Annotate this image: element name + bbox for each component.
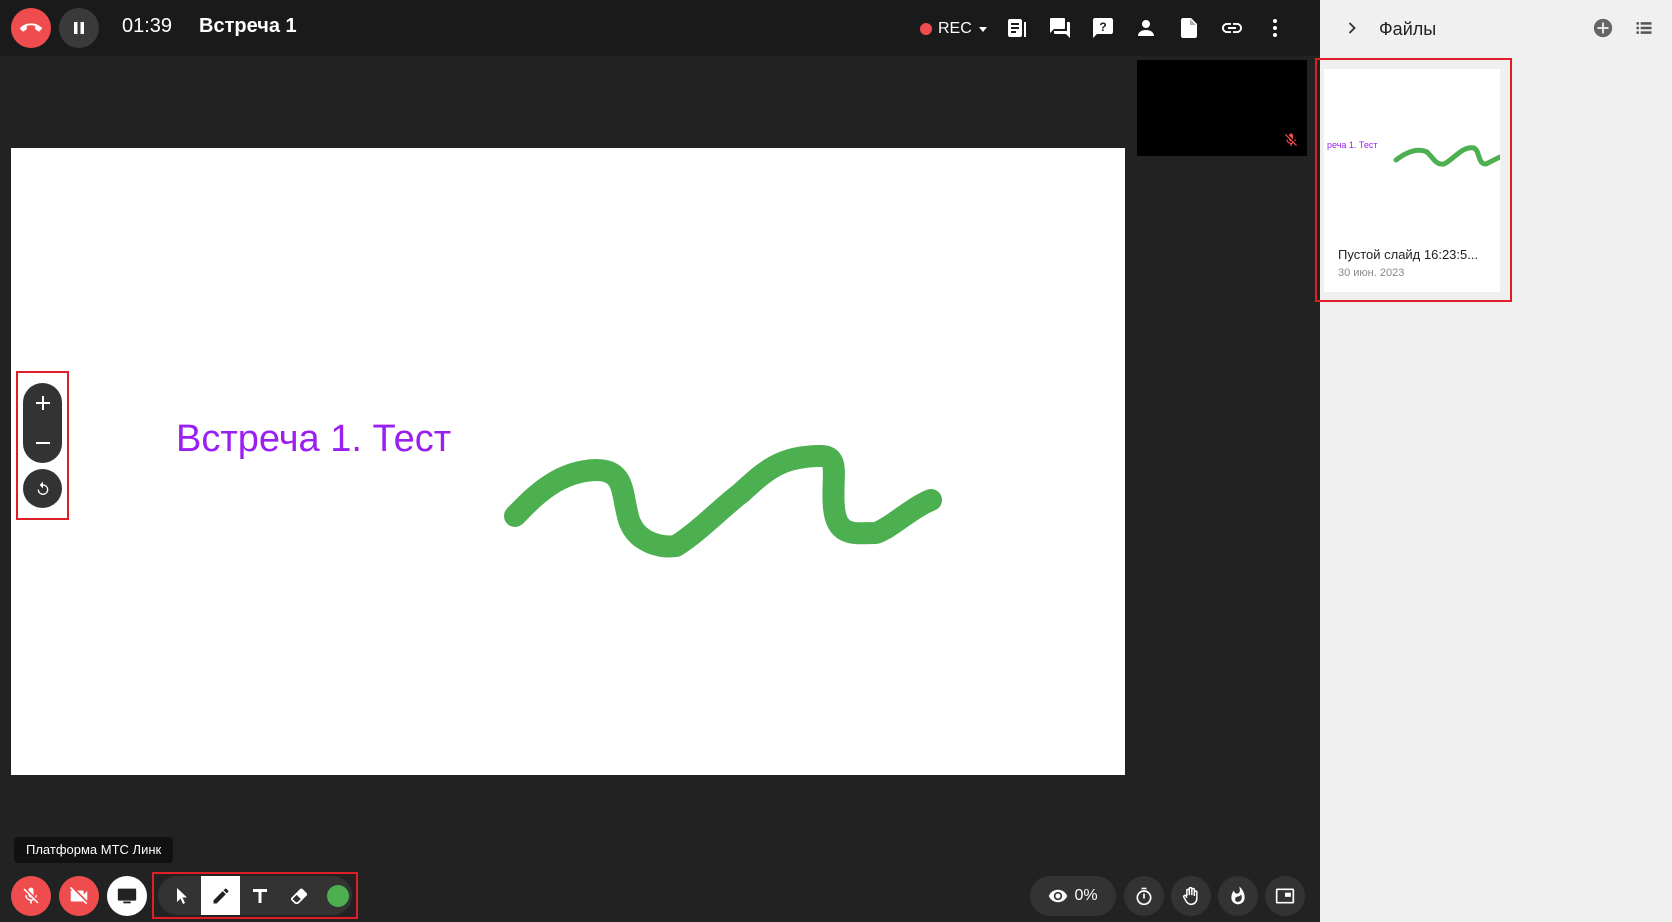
file-card-highlight: реча 1. Тест Пустой слайд 16:23:5... 30 … — [1315, 58, 1512, 302]
meeting-timer: 01:39 — [122, 15, 173, 37]
text-tool-button[interactable] — [240, 876, 279, 915]
svg-text:?: ? — [1099, 20, 1106, 34]
chat-icon — [1050, 18, 1070, 38]
list-view-icon[interactable] — [1634, 18, 1654, 38]
hand-icon — [1183, 886, 1198, 906]
select-tool-button[interactable] — [162, 876, 201, 915]
hang-up-button[interactable] — [11, 8, 51, 48]
link-icon — [1222, 23, 1242, 33]
question-icon: ? — [1093, 18, 1113, 38]
raise-hand-button[interactable] — [1171, 876, 1211, 916]
drawing-tools-highlight — [152, 872, 358, 919]
files-panel-header: Файлы — [1320, 0, 1672, 56]
plus-icon — [35, 396, 50, 410]
zoom-out-button[interactable] — [23, 423, 62, 463]
drawing-toolbar — [158, 876, 352, 915]
eraser-icon — [290, 887, 307, 904]
person-icon — [1138, 20, 1154, 36]
color-picker-button[interactable] — [318, 876, 357, 915]
reset-icon — [37, 481, 48, 495]
picture-in-picture-button[interactable] — [1265, 876, 1305, 916]
document-icon — [1181, 18, 1197, 38]
minus-icon — [35, 442, 50, 444]
meeting-room: 01:39 Встреча 1 REC ? Встреча 1. Тест Фа… — [0, 0, 1672, 922]
zoom-pill — [23, 383, 62, 463]
pip-icon — [1275, 888, 1295, 904]
record-button[interactable]: REC — [920, 20, 988, 38]
phone-hangup-icon — [20, 23, 42, 32]
monitor-icon — [117, 888, 137, 904]
flame-icon — [1231, 886, 1245, 905]
files-button[interactable] — [1175, 14, 1203, 42]
chevron-right-icon[interactable] — [1342, 18, 1362, 38]
board-drawing-layer — [504, 445, 942, 558]
chat-button[interactable] — [1046, 14, 1074, 42]
file-date: 30 июн. 2023 — [1338, 267, 1405, 279]
active-color-swatch — [326, 884, 349, 907]
eraser-tool-button[interactable] — [279, 876, 318, 915]
zoom-in-button[interactable] — [23, 383, 62, 423]
viewers-attention-badge[interactable]: 0% — [1030, 876, 1116, 916]
video-off-icon — [69, 886, 88, 905]
add-circle-icon[interactable] — [1592, 17, 1614, 39]
record-dot-icon — [920, 23, 932, 35]
record-label: REC — [938, 20, 972, 37]
pause-icon — [74, 22, 84, 34]
pencil-icon — [213, 887, 229, 903]
file-name: Пустой слайд 16:23:5... — [1338, 247, 1479, 262]
mic-off-icon — [23, 887, 39, 904]
text-icon — [252, 888, 267, 903]
whiteboard-canvas[interactable]: Встреча 1. Тест — [11, 148, 1125, 775]
caret-down-icon — [978, 27, 987, 32]
board-freehand-stroke[interactable] — [504, 445, 942, 558]
files-panel-title: Файлы — [1379, 19, 1437, 39]
screen-share-button[interactable] — [107, 876, 147, 916]
pause-button[interactable] — [59, 8, 99, 48]
microphone-toggle-button[interactable] — [11, 876, 51, 916]
top-bar: 01:39 Встреча 1 REC ? — [0, 0, 1320, 56]
agenda-button[interactable] — [1003, 14, 1031, 42]
file-card[interactable]: реча 1. Тест Пустой слайд 16:23:5... 30 … — [1324, 69, 1500, 292]
zoom-reset-button[interactable] — [23, 469, 62, 508]
mic-off-icon — [1285, 133, 1297, 146]
camera-toggle-button[interactable] — [59, 876, 99, 916]
more-vertical-icon — [1273, 19, 1277, 37]
timer-button[interactable] — [1124, 876, 1164, 916]
reactions-button[interactable] — [1218, 876, 1258, 916]
agenda-icon — [1008, 19, 1026, 37]
cursor-icon — [176, 887, 187, 904]
participants-button[interactable] — [1132, 14, 1160, 42]
invite-link-button[interactable] — [1218, 14, 1246, 42]
stopwatch-icon — [1136, 887, 1152, 906]
pen-tool-button[interactable] — [201, 876, 240, 915]
viewers-percent: 0% — [1074, 887, 1098, 904]
tooltip: Платформа МТС Линк — [14, 837, 174, 863]
zoom-controls — [16, 371, 69, 520]
meeting-title: Встреча 1 — [199, 15, 297, 37]
eye-icon — [1049, 889, 1068, 903]
questions-button[interactable]: ? — [1089, 14, 1117, 42]
participant-video-tile[interactable] — [1137, 60, 1307, 156]
more-menu-button[interactable] — [1261, 14, 1289, 42]
